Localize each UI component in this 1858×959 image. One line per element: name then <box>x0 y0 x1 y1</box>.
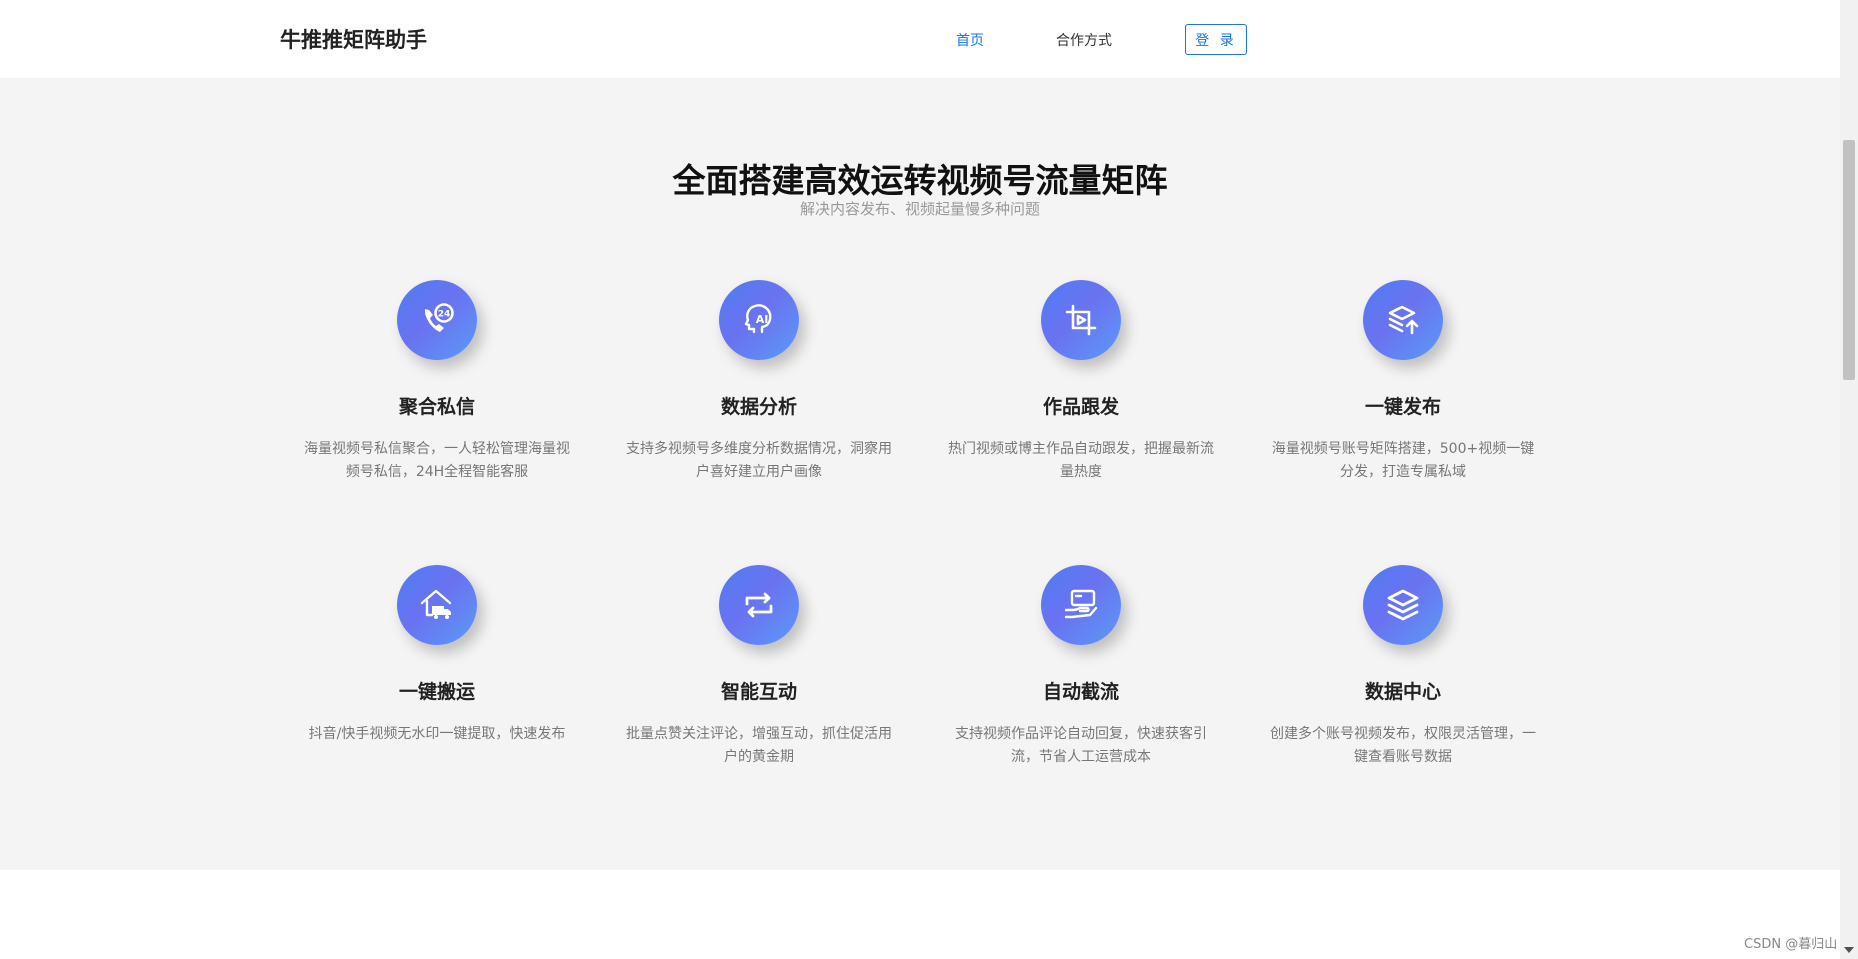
feature-title: 作品跟发 <box>1042 396 1119 418</box>
features-section: 全面搭建高效运转视频号流量矩阵 解决内容发布、视频起量慢多种问题 24 聚合私信… <box>0 78 1840 870</box>
login-button[interactable]: 登 录 <box>1185 24 1247 55</box>
layers-icon <box>1363 565 1443 645</box>
feature-desc: 海量视频号账号矩阵搭建，500+视频一键分发，打造专属私域 <box>1271 441 1535 480</box>
stack-upload-icon <box>1363 280 1443 360</box>
scroll-down-arrow-icon[interactable] <box>1844 947 1854 953</box>
feature-title: 聚合私信 <box>398 396 475 418</box>
hand-card-icon <box>1041 565 1121 645</box>
feature-desc: 支持多视频号多维度分析数据情况，洞察用户喜好建立用户画像 <box>626 441 892 480</box>
head-ai-icon: AI <box>719 280 799 360</box>
feature-title: 智能互动 <box>720 681 797 703</box>
feature-desc: 支持视频作品评论自动回复，快速获客引流，节省人工运营成本 <box>955 726 1207 765</box>
feature-title: 数据中心 <box>1364 681 1441 703</box>
nav-home-link[interactable]: 首页 <box>956 30 984 50</box>
page-scrollbar[interactable] <box>1840 0 1858 959</box>
section-title: 全面搭建高效运转视频号流量矩阵 <box>672 161 1168 200</box>
feature-title: 一键发布 <box>1364 396 1441 418</box>
scrollbar-thumb[interactable] <box>1843 140 1855 380</box>
svg-text:AI: AI <box>756 313 769 326</box>
crop-play-icon <box>1041 280 1121 360</box>
svg-text:24: 24 <box>438 310 451 320</box>
csdn-watermark: CSDN @暮归山 <box>1744 937 1838 952</box>
brand-logo-text[interactable]: 牛推推矩阵助手 <box>280 24 427 54</box>
feature-desc: 抖音/快手视频无水印一键提取，快速发布 <box>308 726 566 742</box>
feature-desc: 批量点赞关注评论，增强互动，抓住促活用户的黄金期 <box>626 726 892 765</box>
feature-desc: 海量视频号私信聚合，一人轻松管理海量视频号私信，24H全程智能客服 <box>304 441 570 480</box>
phone-24-icon: 24 <box>397 280 477 360</box>
repeat-arrows-icon <box>719 565 799 645</box>
feature-title: 自动截流 <box>1042 681 1119 703</box>
feature-title: 一键搬运 <box>398 681 475 703</box>
feature-desc: 热门视频或博主作品自动跟发，把握最新流量热度 <box>948 441 1214 480</box>
house-truck-icon <box>397 565 477 645</box>
top-header: 牛推推矩阵助手 首页 合作方式 登 录 <box>0 0 1840 78</box>
section-subtitle: 解决内容发布、视频起量慢多种问题 <box>799 200 1040 218</box>
nav-cooperation-link[interactable]: 合作方式 <box>1056 30 1112 50</box>
feature-desc: 创建多个账号视频发布，权限灵活管理，一键查看账号数据 <box>1270 726 1536 765</box>
feature-title: 数据分析 <box>720 396 797 418</box>
